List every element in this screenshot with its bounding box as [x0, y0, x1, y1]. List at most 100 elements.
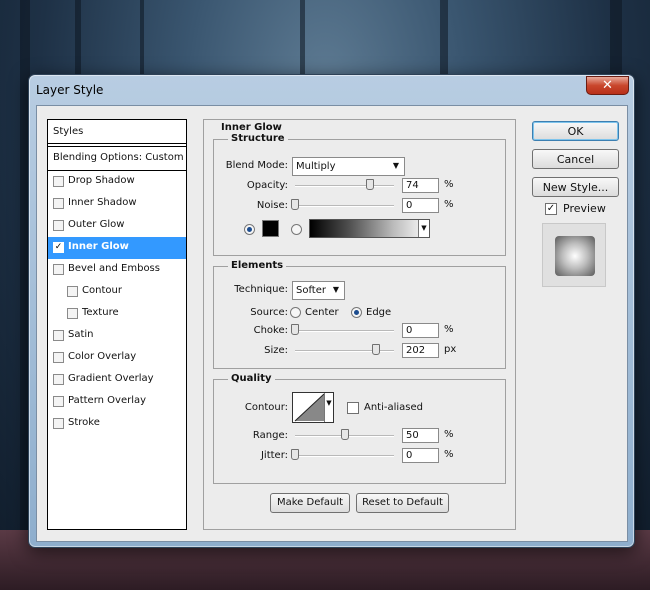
- technique-value: Softer: [296, 285, 326, 296]
- make-default-button[interactable]: Make Default: [270, 493, 350, 513]
- style-item-label: Drop Shadow: [68, 175, 135, 186]
- technique-select[interactable]: Softer ▼: [292, 281, 345, 300]
- range-input[interactable]: 50: [402, 428, 439, 443]
- dialog-client: Styles Blending Options: Custom Drop Sha…: [36, 105, 628, 542]
- source-edge-label: Edge: [366, 307, 392, 318]
- gradient-radio[interactable]: [291, 224, 302, 235]
- chevron-down-icon: ▼: [332, 285, 339, 294]
- new-style-button[interactable]: New Style...: [532, 177, 619, 197]
- noise-input[interactable]: 0: [402, 198, 439, 213]
- preview-label: Preview: [563, 202, 606, 215]
- style-items: Drop Shadow Inner Shadow Outer Glow ✓ Inner …: [48, 171, 186, 435]
- style-checkbox[interactable]: [67, 286, 78, 297]
- contour-picker[interactable]: ▼: [292, 392, 334, 423]
- style-item-inner-shadow[interactable]: Inner Shadow: [48, 193, 186, 215]
- technique-label: Technique:: [234, 284, 288, 295]
- elements-title: Elements: [228, 260, 287, 271]
- quality-title: Quality: [228, 373, 275, 384]
- style-item-label: Stroke: [68, 417, 100, 428]
- choke-input[interactable]: 0: [402, 323, 439, 338]
- anti-aliased-label: Anti-aliased: [364, 402, 424, 413]
- style-item-contour[interactable]: Contour: [48, 281, 186, 303]
- style-item-gradient-overlay[interactable]: Gradient Overlay: [48, 369, 186, 391]
- style-item-label: Inner Glow: [68, 241, 129, 252]
- range-slider-thumb[interactable]: [341, 429, 349, 440]
- preview-swatch: [555, 236, 595, 276]
- blend-mode-select[interactable]: Multiply ▼: [292, 157, 405, 176]
- opacity-input[interactable]: 74: [402, 178, 439, 193]
- style-checkbox[interactable]: [53, 374, 64, 385]
- style-checkbox[interactable]: [53, 330, 64, 341]
- styles-header[interactable]: Styles: [48, 120, 186, 144]
- choke-slider[interactable]: [295, 330, 394, 332]
- style-item-outer-glow[interactable]: Outer Glow: [48, 215, 186, 237]
- blending-options-item[interactable]: Blending Options: Custom: [48, 146, 186, 171]
- choke-label: Choke:: [253, 325, 288, 336]
- dialog-title: Layer Style: [36, 83, 104, 97]
- source-edge-radio[interactable]: [351, 307, 362, 318]
- style-item-stroke[interactable]: Stroke: [48, 413, 186, 435]
- contour-curve-icon: [294, 393, 325, 422]
- range-label: Range:: [252, 430, 288, 441]
- noise-unit: %: [444, 199, 454, 210]
- jitter-slider[interactable]: [295, 455, 394, 457]
- style-item-bevel-and-emboss[interactable]: Bevel and Emboss: [48, 259, 186, 281]
- style-item-label: Contour: [82, 285, 122, 296]
- style-item-color-overlay[interactable]: Color Overlay: [48, 347, 186, 369]
- style-checkbox[interactable]: [53, 198, 64, 209]
- jitter-input[interactable]: 0: [402, 448, 439, 463]
- style-checkbox[interactable]: [53, 396, 64, 407]
- source-label: Source:: [250, 307, 288, 318]
- style-checkbox[interactable]: [53, 176, 64, 187]
- jitter-label: Jitter:: [260, 450, 288, 461]
- jitter-slider-thumb[interactable]: [291, 449, 299, 460]
- noise-label: Noise:: [256, 200, 288, 211]
- style-checkbox[interactable]: [67, 308, 78, 319]
- noise-slider[interactable]: [295, 205, 394, 207]
- structure-title: Structure: [228, 133, 288, 144]
- choke-unit: %: [444, 324, 454, 335]
- style-item-pattern-overlay[interactable]: Pattern Overlay: [48, 391, 186, 413]
- structure-group: Structure Blend Mode: Multiply ▼ Opacity…: [213, 133, 506, 256]
- glow-color-swatch[interactable]: [262, 220, 279, 237]
- tree-trunk: [300, 0, 305, 80]
- style-item-drop-shadow[interactable]: Drop Shadow: [48, 171, 186, 193]
- size-slider-thumb[interactable]: [372, 344, 380, 355]
- choke-slider-thumb[interactable]: [291, 324, 299, 335]
- gradient-picker[interactable]: ▼: [309, 219, 430, 238]
- checkmark-icon: ✓: [546, 203, 556, 214]
- source-center-radio[interactable]: [290, 307, 301, 318]
- style-checkbox[interactable]: [53, 352, 64, 363]
- chevron-down-icon[interactable]: ▼: [418, 220, 429, 237]
- size-input[interactable]: 202: [402, 343, 439, 358]
- style-item-inner-glow[interactable]: ✓ Inner Glow: [48, 237, 186, 259]
- style-checkbox[interactable]: [53, 264, 64, 275]
- range-unit: %: [444, 429, 454, 440]
- style-item-label: Gradient Overlay: [68, 373, 154, 384]
- size-unit: px: [444, 344, 457, 355]
- ok-button[interactable]: OK: [532, 121, 619, 141]
- close-button[interactable]: ✕: [586, 76, 629, 95]
- opacity-slider[interactable]: [295, 185, 394, 187]
- style-item-label: Color Overlay: [68, 351, 137, 362]
- noise-slider-thumb[interactable]: [291, 199, 299, 210]
- style-item-label: Bevel and Emboss: [68, 263, 160, 274]
- style-checkbox[interactable]: [53, 220, 64, 231]
- style-checkbox[interactable]: ✓: [53, 242, 64, 253]
- opacity-slider-thumb[interactable]: [366, 179, 374, 190]
- style-checkbox[interactable]: [53, 418, 64, 429]
- layer-style-dialog: Layer Style ✕ Styles Blending Options: C…: [28, 74, 635, 548]
- blend-mode-value: Multiply: [296, 161, 336, 172]
- blend-mode-label: Blend Mode:: [225, 160, 288, 171]
- cancel-button[interactable]: Cancel: [532, 149, 619, 169]
- reset-to-default-button[interactable]: Reset to Default: [356, 493, 449, 513]
- chevron-down-icon[interactable]: ▼: [324, 393, 333, 422]
- style-item-label: Inner Shadow: [68, 197, 137, 208]
- style-item-texture[interactable]: Texture: [48, 303, 186, 325]
- opacity-unit: %: [444, 179, 454, 190]
- opacity-label: Opacity:: [246, 180, 288, 191]
- anti-aliased-checkbox[interactable]: [347, 402, 359, 414]
- preview-checkbox[interactable]: ✓: [545, 203, 557, 215]
- solid-color-radio[interactable]: [244, 224, 255, 235]
- style-item-satin[interactable]: Satin: [48, 325, 186, 347]
